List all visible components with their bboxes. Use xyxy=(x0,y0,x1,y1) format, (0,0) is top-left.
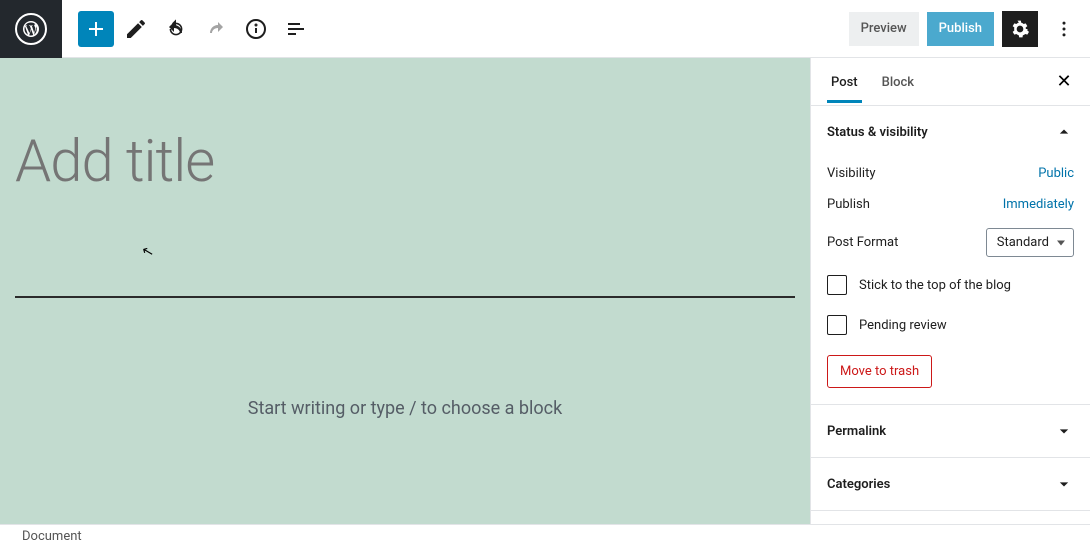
panel-status-visibility: Status & visibility Visibility Public Pu… xyxy=(811,106,1090,405)
publish-button[interactable]: Publish xyxy=(927,12,994,46)
panel-toggle-status[interactable]: Status & visibility xyxy=(811,106,1090,158)
sticky-checkbox[interactable] xyxy=(827,275,847,295)
panel-toggle-permalink[interactable]: Permalink xyxy=(811,405,1090,457)
redo-icon xyxy=(204,17,228,41)
panel-heading: Categories xyxy=(827,477,890,492)
top-toolbar: Preview Publish xyxy=(0,0,1090,58)
panel-permalink: Permalink xyxy=(811,405,1090,458)
toolbar-right: Preview Publish xyxy=(849,11,1090,47)
close-icon: ✕ xyxy=(1056,71,1071,92)
info-icon xyxy=(244,17,268,41)
editor-canvas[interactable]: ↖ Start writing or type / to choose a bl… xyxy=(0,58,810,524)
pending-review-label: Pending review xyxy=(859,318,947,333)
tab-post[interactable]: Post xyxy=(819,61,870,102)
separator-block[interactable] xyxy=(15,296,795,298)
panel-categories: Categories xyxy=(811,458,1090,511)
preview-button[interactable]: Preview xyxy=(849,12,919,46)
undo-icon xyxy=(164,17,188,41)
pending-review-checkbox[interactable] xyxy=(827,315,847,335)
move-to-trash-button[interactable]: Move to trash xyxy=(827,355,932,388)
list-icon xyxy=(284,17,308,41)
wordpress-logo-icon xyxy=(15,13,47,45)
chevron-up-icon xyxy=(1054,122,1074,142)
redo-button[interactable] xyxy=(198,11,234,47)
sidebar-tabs: Post Block ✕ xyxy=(811,58,1090,106)
tab-block[interactable]: Block xyxy=(870,61,926,102)
block-appender-prompt[interactable]: Start writing or type / to choose a bloc… xyxy=(125,398,685,419)
visibility-label: Visibility xyxy=(827,166,876,181)
post-title-input[interactable] xyxy=(15,128,795,196)
outline-button[interactable] xyxy=(278,11,314,47)
info-button[interactable] xyxy=(238,11,274,47)
more-options-button[interactable] xyxy=(1046,11,1082,47)
footer-breadcrumb[interactable]: Document xyxy=(0,524,1090,548)
close-sidebar-button[interactable]: ✕ xyxy=(1046,64,1082,100)
breadcrumb-document: Document xyxy=(22,529,82,544)
sticky-label: Stick to the top of the blog xyxy=(859,278,1011,293)
pencil-icon xyxy=(124,17,148,41)
panel-heading: Permalink xyxy=(827,424,886,439)
toolbar-left xyxy=(62,11,314,47)
panel-toggle-categories[interactable]: Categories xyxy=(811,458,1090,510)
post-format-select[interactable]: Standard xyxy=(986,228,1074,257)
post-format-label: Post Format xyxy=(827,235,898,250)
publish-date-label: Publish xyxy=(827,197,870,212)
gear-icon xyxy=(1010,19,1030,39)
dots-vertical-icon xyxy=(1054,19,1074,39)
settings-button[interactable] xyxy=(1002,11,1038,47)
editor-app: Preview Publish ↖ Start writing or type … xyxy=(0,0,1090,548)
wp-logo-button[interactable] xyxy=(0,0,62,58)
visibility-value-button[interactable]: Public xyxy=(1038,166,1074,181)
add-block-button[interactable] xyxy=(78,11,114,47)
publish-date-button[interactable]: Immediately xyxy=(1003,197,1074,212)
plus-icon xyxy=(84,17,108,41)
editor-body: ↖ Start writing or type / to choose a bl… xyxy=(0,58,1090,524)
undo-button[interactable] xyxy=(158,11,194,47)
panel-heading: Status & visibility xyxy=(827,125,928,140)
chevron-down-icon xyxy=(1054,474,1074,494)
settings-sidebar: Post Block ✕ Status & visibility Visibil… xyxy=(810,58,1090,524)
mouse-cursor-icon: ↖ xyxy=(140,243,155,261)
chevron-down-icon xyxy=(1054,421,1074,441)
edit-tool-button[interactable] xyxy=(118,11,154,47)
